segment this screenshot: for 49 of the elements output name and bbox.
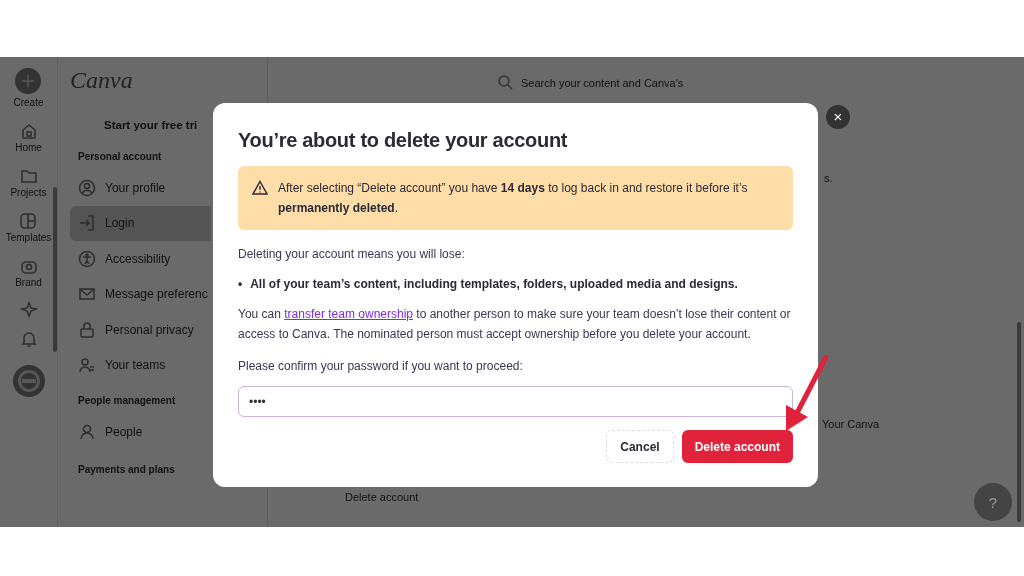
warning-icon — [252, 180, 268, 196]
rail-label[interactable]: Templates — [5, 232, 52, 243]
user-icon — [78, 178, 96, 197]
sidebar-item[interactable]: Your profile — [70, 170, 211, 206]
dialog-title: You’re about to delete your account — [238, 129, 569, 152]
logo: Canva — [70, 67, 134, 95]
person-icon — [78, 422, 96, 441]
password-field[interactable]: •••• — [238, 386, 793, 417]
section-heading: Payments and plans — [78, 463, 175, 475]
search-field[interactable]: Search your content and Canva's — [498, 75, 1024, 90]
delete-account-link[interactable]: Delete account — [345, 491, 419, 503]
transfer-link[interactable]: transfer team ownership — [284, 307, 413, 321]
accessibility-icon — [78, 249, 96, 268]
bell-icon — [19, 330, 38, 348]
body-text: s. — [824, 172, 833, 184]
sidebar-item[interactable]: People — [70, 414, 211, 450]
warning-text: After selecting “Delete account” you have 14 days to log back in and restore it before it’s permanently deleted. — [278, 180, 749, 217]
rail-label[interactable]: Create — [13, 97, 44, 108]
close-button[interactable]: × — [826, 105, 850, 129]
body-text: Your Canva — [822, 418, 880, 430]
confirm-label: Please confirm your password if you want to proceed: — [238, 358, 524, 375]
sidebar-item[interactable]: Your teams — [70, 347, 211, 383]
plus-icon — [14, 67, 43, 95]
rail-label[interactable]: Home — [15, 142, 42, 153]
avatar-icon — [11, 364, 46, 398]
search-icon — [498, 75, 513, 90]
section-heading: People management — [78, 395, 176, 406]
promo-text[interactable]: Start your free tri — [104, 119, 211, 131]
sidebar-item[interactable]: Message preferenc — [70, 276, 211, 312]
sparkle-icon — [19, 300, 38, 318]
section-heading: Personal account — [78, 151, 162, 162]
transfer-text: You can transfer team ownership to another person to make sure your team doesn’t lose their content or access to Canva. The nominated person must accept ownership before you delete your account. — [238, 306, 792, 343]
delete-button[interactable]: Delete account — [681, 430, 793, 463]
cancel-button[interactable]: Cancel — [606, 430, 674, 463]
lock-icon — [78, 320, 96, 339]
help-button[interactable]: ? — [974, 483, 1012, 521]
rail-label[interactable]: Projects — [10, 187, 47, 198]
sidebar-item[interactable]: Personal privacy — [70, 312, 211, 348]
sidebar-item[interactable]: Login — [70, 205, 211, 241]
intro-text: Deleting your account means you will lose: — [238, 246, 466, 263]
home-icon — [19, 122, 38, 140]
rail-label[interactable]: Brand — [15, 277, 42, 288]
bullet-marker: • — [238, 276, 243, 293]
layout-icon — [19, 212, 38, 230]
bullet-text: All of your team’s content, including templates, folders, uploaded media and designs. — [250, 276, 738, 293]
login-icon — [78, 214, 96, 233]
sidebar-item[interactable]: Accessibility — [70, 241, 211, 277]
team-icon — [78, 356, 96, 375]
folder-icon — [19, 167, 38, 185]
